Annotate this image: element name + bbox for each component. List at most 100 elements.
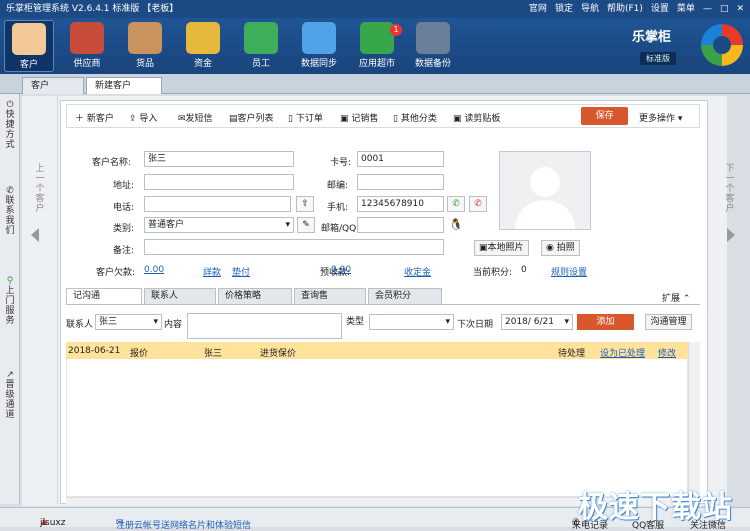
more-actions-button[interactable]: 更多操作 ▾ xyxy=(639,111,682,124)
maximize-button[interactable]: □ xyxy=(720,0,729,18)
import-button[interactable]: ⇪ 导入 xyxy=(129,111,157,124)
cart-icon xyxy=(360,22,394,54)
left-nav: ⏻ 快捷方式 ✆ 联系我们 ⚲ 上门服务 ↗ 晋级通道 xyxy=(0,94,20,504)
phone-import-button[interactable]: ⇧ xyxy=(296,196,314,212)
toolbar-backup[interactable]: 数据备份 xyxy=(408,20,458,72)
contact-label: 联系人 xyxy=(66,320,94,330)
brand-logo-icon xyxy=(701,24,743,66)
mail-field[interactable] xyxy=(357,217,444,233)
address-field[interactable] xyxy=(144,174,294,190)
name-field[interactable]: 张三 xyxy=(144,151,294,167)
window-title: 乐掌柜管理系统 V2.6.4.1 标准版 【老板】 xyxy=(6,4,179,14)
title-link-menu[interactable]: 菜单 xyxy=(677,0,695,18)
title-link-site[interactable]: 官网 xyxy=(529,0,547,18)
toolbar-staff[interactable]: 员工 xyxy=(236,20,286,72)
title-link-help[interactable]: 帮助(F1) xyxy=(607,0,643,18)
toolbar-customer[interactable]: 客户 xyxy=(4,20,54,72)
leftnav-contact[interactable]: ✆ 联系我们 xyxy=(2,186,18,236)
app-market-badge: 1 xyxy=(390,24,402,36)
mobile-label: 手机: xyxy=(327,203,349,213)
toolbar-supplier[interactable]: 供应商 xyxy=(62,20,112,72)
prepaid-amount[interactable]: 0.00 xyxy=(331,265,351,275)
new-customer-button[interactable]: ＋ 新客户 xyxy=(75,111,114,124)
prev-customer[interactable]: 上一个客户 xyxy=(22,96,58,504)
mark-done-link[interactable]: 设为已处理 xyxy=(600,346,645,359)
close-button[interactable]: ✕ xyxy=(736,0,744,18)
record-icon: ▣ xyxy=(340,114,349,124)
bike-icon: ⚲ xyxy=(6,276,14,286)
card-field[interactable]: 0001 xyxy=(357,151,444,167)
sub-tab-bar: 记沟通 联系人 价格策略 查询售 会员积分 扩展 ⌃ xyxy=(66,288,700,305)
import-icon: ⇪ xyxy=(129,114,137,124)
edit-link[interactable]: 修改 xyxy=(658,346,676,359)
name-label: 客户名称: xyxy=(92,158,132,168)
edit-type-button[interactable]: ✎ xyxy=(297,217,315,233)
zip-field[interactable] xyxy=(357,174,444,190)
add-button[interactable]: 添加 xyxy=(577,314,634,330)
owe-link-advance[interactable]: 垫付 xyxy=(232,265,250,278)
leftnav-service[interactable]: ⚲ 上门服务 xyxy=(2,276,18,326)
read-clipboard-button[interactable]: ▣ 读剪贴板 xyxy=(453,111,500,124)
note-field[interactable] xyxy=(144,239,444,255)
take-photo-button[interactable]: ◉ 拍照 xyxy=(541,240,580,256)
subtab-sales[interactable]: 查询售 xyxy=(294,288,366,304)
type-select[interactable]: 普通客户 ▾ xyxy=(144,217,294,233)
save-button[interactable]: 保存 xyxy=(581,107,628,125)
image-icon: ▣ xyxy=(479,243,488,253)
customer-list-button[interactable]: ▤客户列表 xyxy=(229,111,274,124)
camera-icon: ◉ xyxy=(546,243,554,253)
call-button[interactable]: ✆ xyxy=(447,196,465,212)
row-person: 张三 xyxy=(204,349,223,359)
order-icon: ▯ xyxy=(288,114,293,124)
owe-link-pay[interactable]: 詳款 xyxy=(203,265,221,278)
content-field[interactable] xyxy=(187,313,342,339)
other-category-button[interactable]: ▯ 其他分类 xyxy=(393,111,437,124)
points-value: 0 xyxy=(521,265,527,275)
chevron-down-icon: ▾ xyxy=(153,317,158,327)
contact-select[interactable]: 张三 ▾ xyxy=(95,314,162,330)
subtab-pricing[interactable]: 价格策略 xyxy=(218,288,292,304)
place-order-button[interactable]: ▯ 下订单 xyxy=(288,111,323,124)
qq-icon[interactable]: 🐧 xyxy=(449,218,463,231)
points-rules-link[interactable]: 规则设置 xyxy=(551,265,587,278)
deposit-link[interactable]: 收定金 xyxy=(404,265,431,278)
mobile-field[interactable]: 12345678910 xyxy=(357,196,444,212)
subtab-communication[interactable]: 记沟通 xyxy=(66,288,142,304)
leftnav-upgrade[interactable]: ↗ 晋级通道 xyxy=(2,370,18,420)
communication-manage-button[interactable]: 沟通管理 xyxy=(645,314,692,330)
hangup-button[interactable]: ✆ xyxy=(469,196,487,212)
owe-label: 客户欠款: xyxy=(96,268,136,278)
next-customer[interactable]: 下一个客户 xyxy=(713,96,750,504)
phone-label: 电话: xyxy=(113,203,135,213)
toolbar-goods[interactable]: 货品 xyxy=(120,20,170,72)
toolbar-sync[interactable]: 数据同步 xyxy=(294,20,344,72)
title-link-lock[interactable]: 锁定 xyxy=(555,0,573,18)
tab-bar: 客户 新建客户 xyxy=(0,74,750,94)
leftnav-shortcuts[interactable]: ⏻ 快捷方式 xyxy=(2,100,18,150)
subtab-points[interactable]: 会员积分 xyxy=(368,288,442,304)
record-sale-button[interactable]: ▣ 记销售 xyxy=(340,111,378,124)
tab-customer[interactable]: 客户 xyxy=(22,77,84,94)
subtab-contacts[interactable]: 联系人 xyxy=(144,288,216,304)
avatar-icon xyxy=(515,167,575,229)
title-bar: 乐掌柜管理系统 V2.6.4.1 标准版 【老板】 官网 锁定 导航 帮助(F1… xyxy=(0,0,750,18)
vertical-scrollbar[interactable] xyxy=(688,342,700,497)
toolbar-funds[interactable]: 资金 xyxy=(178,20,228,72)
tab-new-customer[interactable]: 新建客户 xyxy=(86,77,162,94)
phone-call-icon: ✆ xyxy=(452,199,460,209)
local-photo-button[interactable]: ▣本地照片 xyxy=(474,240,529,256)
expand-button[interactable]: 扩展 ⌃ xyxy=(662,291,690,304)
minimize-button[interactable]: — xyxy=(703,0,712,18)
type-filter-select[interactable]: ▾ xyxy=(369,314,454,330)
send-sms-button[interactable]: ✉发短信 xyxy=(178,111,213,124)
chart-icon: ↗ xyxy=(6,370,14,380)
clipboard-icon: ▣ xyxy=(453,114,462,124)
next-date-picker[interactable]: 2018/ 6/21 ▾ xyxy=(501,314,573,330)
title-link-settings[interactable]: 设置 xyxy=(651,0,669,18)
truck-icon xyxy=(70,22,104,54)
table-row[interactable]: 2018-06-21 报价 张三 进货保价 待处理 设为已处理 修改 xyxy=(66,342,688,359)
phone-field[interactable] xyxy=(144,196,291,212)
owe-amount[interactable]: 0.00 xyxy=(144,265,164,275)
title-link-nav[interactable]: 导航 xyxy=(581,0,599,18)
points-label: 当前积分: xyxy=(473,268,513,278)
